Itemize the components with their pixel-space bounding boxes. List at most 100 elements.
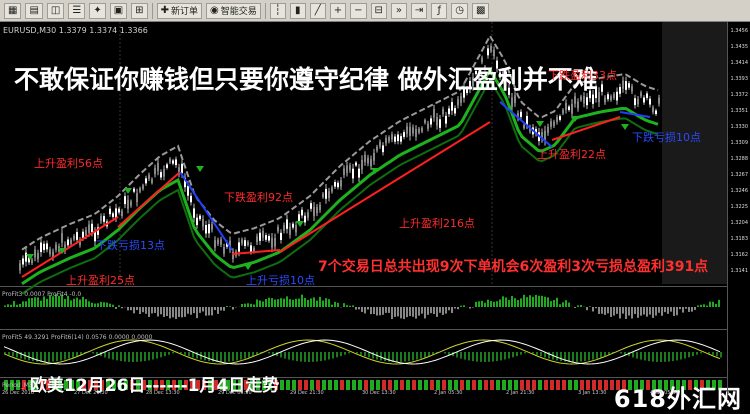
tester-icon[interactable]: ⊞	[131, 3, 147, 19]
histogram-bar	[313, 297, 315, 307]
histogram-bar	[70, 300, 72, 307]
histogram-bar	[586, 307, 588, 310]
period-block	[352, 380, 356, 390]
annotation-down33: 下跌盈利33点	[548, 67, 617, 83]
terminal-icon[interactable]: ▣	[110, 3, 127, 19]
candle-body	[238, 242, 240, 251]
candle-body	[322, 194, 324, 197]
candle-chart-icon[interactable]: ▮	[290, 3, 306, 19]
osc-bar	[236, 352, 238, 360]
autoscroll-icon[interactable]: »	[391, 3, 407, 19]
candle-body	[85, 230, 87, 236]
histogram-bar	[232, 307, 234, 310]
osc-bar	[32, 352, 34, 361]
osc-bar	[592, 352, 594, 360]
price-tick-label: 1.3288	[731, 156, 749, 162]
candle-body	[424, 120, 426, 123]
candle-body	[439, 119, 441, 128]
histogram-bar	[334, 302, 336, 307]
osc-bar	[184, 352, 186, 355]
period-block	[502, 380, 506, 390]
chart-area[interactable]: EURUSD,M30 1.3379 1.3374 1.3366 不敢保证你赚钱但…	[0, 22, 750, 400]
time-tick-label: 29 Dec 05:30	[218, 390, 252, 396]
histogram-bar	[118, 305, 120, 307]
signal-arrow	[536, 121, 544, 127]
candle-body	[256, 236, 258, 242]
candle-body	[547, 127, 549, 133]
period-block	[370, 380, 374, 390]
histogram-bar	[100, 302, 102, 307]
osc-bar	[536, 352, 538, 355]
histogram-bar	[40, 301, 42, 307]
zoom-in-icon[interactable]: +	[330, 3, 346, 19]
osc-bar	[412, 352, 414, 360]
osc-bar	[288, 352, 290, 360]
osc-bar	[164, 352, 166, 356]
candle-body	[220, 239, 222, 244]
osc-bar	[416, 352, 418, 360]
chart-shift-icon[interactable]: ⇥	[411, 3, 427, 19]
candle-body	[343, 168, 345, 174]
new-order-button[interactable]: ✚新订单	[157, 3, 202, 19]
histogram-bar	[541, 296, 543, 307]
histogram-bar	[547, 297, 549, 307]
histogram-bar	[256, 299, 258, 307]
candle-body	[145, 178, 147, 183]
zoom-out-icon[interactable]: −	[350, 3, 366, 19]
period-block	[418, 380, 422, 390]
indicators-icon[interactable]: ƒ	[431, 3, 447, 19]
candle-body	[133, 189, 135, 192]
histogram-bar	[202, 307, 204, 311]
histogram-bar	[310, 298, 312, 307]
time-tick-label: 28 Dec 13:30	[146, 390, 180, 396]
templates-icon[interactable]: ▩	[472, 3, 489, 19]
histogram-bar	[82, 297, 84, 307]
osc-bar	[360, 352, 362, 355]
navigator-icon[interactable]: ✦	[89, 3, 105, 19]
price-axis[interactable]: 1.34561.34351.34141.33931.33721.33511.33…	[727, 22, 750, 400]
histogram-bar	[469, 307, 471, 309]
candle-body	[418, 129, 420, 133]
histogram-bar	[505, 298, 507, 307]
histogram-bar	[289, 299, 291, 307]
histogram-bar	[478, 301, 480, 307]
profiles-icon[interactable]: ◫	[47, 3, 64, 19]
period-block	[508, 380, 512, 390]
bar-chart-icon[interactable]: ┆	[270, 3, 286, 19]
osc-bar	[540, 352, 542, 356]
time-axis[interactable]: 26 Dec 201627 Dec 21:3028 Dec 13:3029 De…	[0, 390, 728, 400]
auto-trading-button[interactable]: ◉智能交易	[206, 3, 261, 19]
osc-bar	[600, 352, 602, 357]
candle-body	[250, 245, 252, 251]
candle-body	[562, 110, 564, 113]
period-block	[334, 380, 338, 390]
annotation-up56: 上升盈利56点	[34, 155, 103, 171]
osc-bar	[284, 352, 286, 359]
histogram-bar	[499, 299, 501, 307]
new-chart-icon[interactable]: ▦	[4, 3, 21, 19]
period-block	[496, 380, 500, 390]
candle-body	[313, 207, 315, 216]
osc-bar	[460, 352, 462, 359]
candle-body	[259, 233, 261, 241]
histogram-bar	[592, 307, 594, 311]
chart-headline: 不敢保证你赚钱但只要你遵守纪律 做外汇盈利并不难	[14, 60, 598, 96]
line-chart-icon[interactable]: ╱	[310, 3, 326, 19]
candle-body	[91, 224, 93, 232]
period-icon[interactable]: ◷	[451, 3, 468, 19]
period-block	[538, 380, 542, 390]
candle-body	[199, 216, 201, 220]
time-tick-label: 27 Dec 21:30	[74, 390, 108, 396]
histogram-bar	[103, 302, 105, 307]
period-block	[340, 380, 344, 390]
histogram-bar	[46, 299, 48, 307]
market-watch-icon[interactable]: ☰	[68, 3, 85, 19]
histogram-bar	[253, 304, 255, 307]
candle-body	[514, 95, 516, 103]
osc-bar	[692, 352, 694, 356]
open-icon[interactable]: ▤	[25, 3, 42, 19]
tile-icon[interactable]: ⊟	[371, 3, 387, 19]
histogram-bar	[148, 307, 150, 317]
histogram-bar	[220, 307, 222, 310]
histogram-bar	[301, 295, 303, 307]
